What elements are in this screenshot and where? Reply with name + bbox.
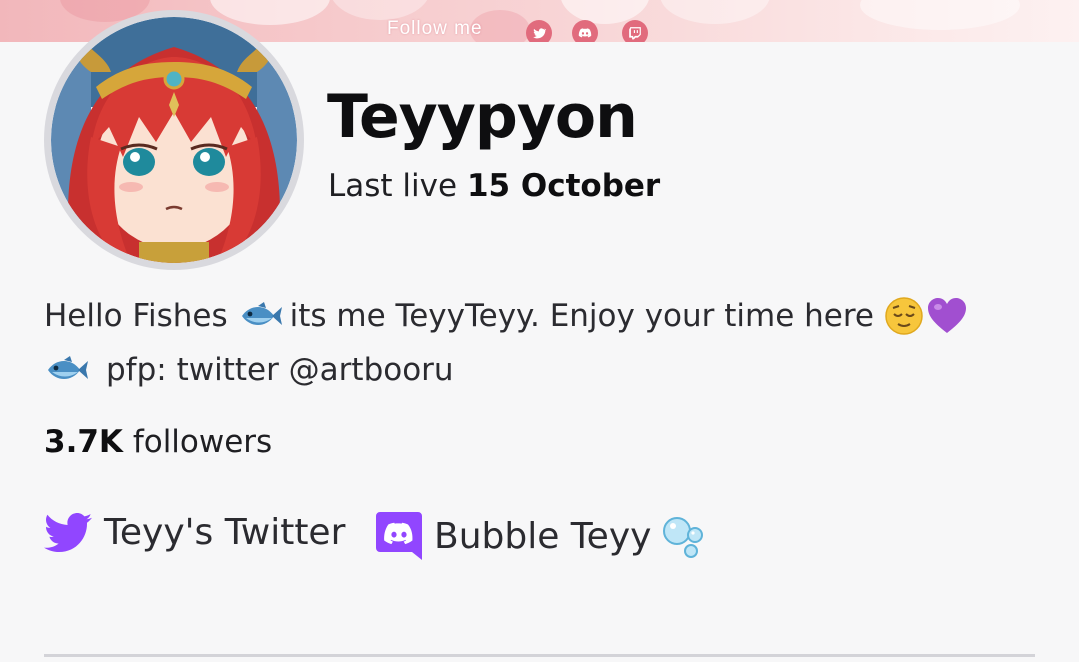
followers-count: 3.7K followers [44,424,272,460]
last-live-info: Last live 15 October [328,168,660,204]
followers-label: followers [132,424,273,460]
discord-link[interactable]: Bubble Teyy [376,512,707,560]
bio-text-2: pfp: twitter @artbooru [106,352,454,388]
bio-text-1a: Hello Fishes [44,298,228,334]
channel-name: Teyypyon [327,82,638,152]
channel-avatar[interactable] [44,10,304,270]
section-divider [44,654,1035,657]
fish-emoji [238,301,282,331]
bio-line-1: Hello Fishes its me TeyyTeyy. Enjoy your… [44,296,968,336]
twitter-link[interactable]: Teyy's Twitter [44,512,345,553]
discord-link-label: Bubble Teyy [434,515,652,557]
banner-discord-icon[interactable] [572,20,598,42]
banner-twitter-icon[interactable] [526,20,552,42]
banner-follow-label: Follow me [387,18,483,39]
last-live-date: 15 October [466,168,661,204]
banner-twitch-icon[interactable] [622,20,648,42]
twitter-link-label: Teyy's Twitter [104,512,346,553]
bio-line-2: pfp: twitter @artbooru [44,352,454,388]
bio-text-1b: its me TeyyTeyy. Enjoy your time here [289,298,875,334]
last-live-label: Last live [328,168,458,204]
discord-icon [376,512,422,560]
fish-emoji [44,355,88,385]
channel-about-panel: Follow me Teyypyon Last live 15 October … [0,0,1079,662]
relieved-face-emoji [884,296,924,336]
followers-number: 3.7K [44,424,123,460]
purple-heart-emoji [926,296,968,336]
twitter-icon [44,512,92,553]
avatar-illustration [51,17,297,263]
bubbles-emoji [661,513,707,559]
